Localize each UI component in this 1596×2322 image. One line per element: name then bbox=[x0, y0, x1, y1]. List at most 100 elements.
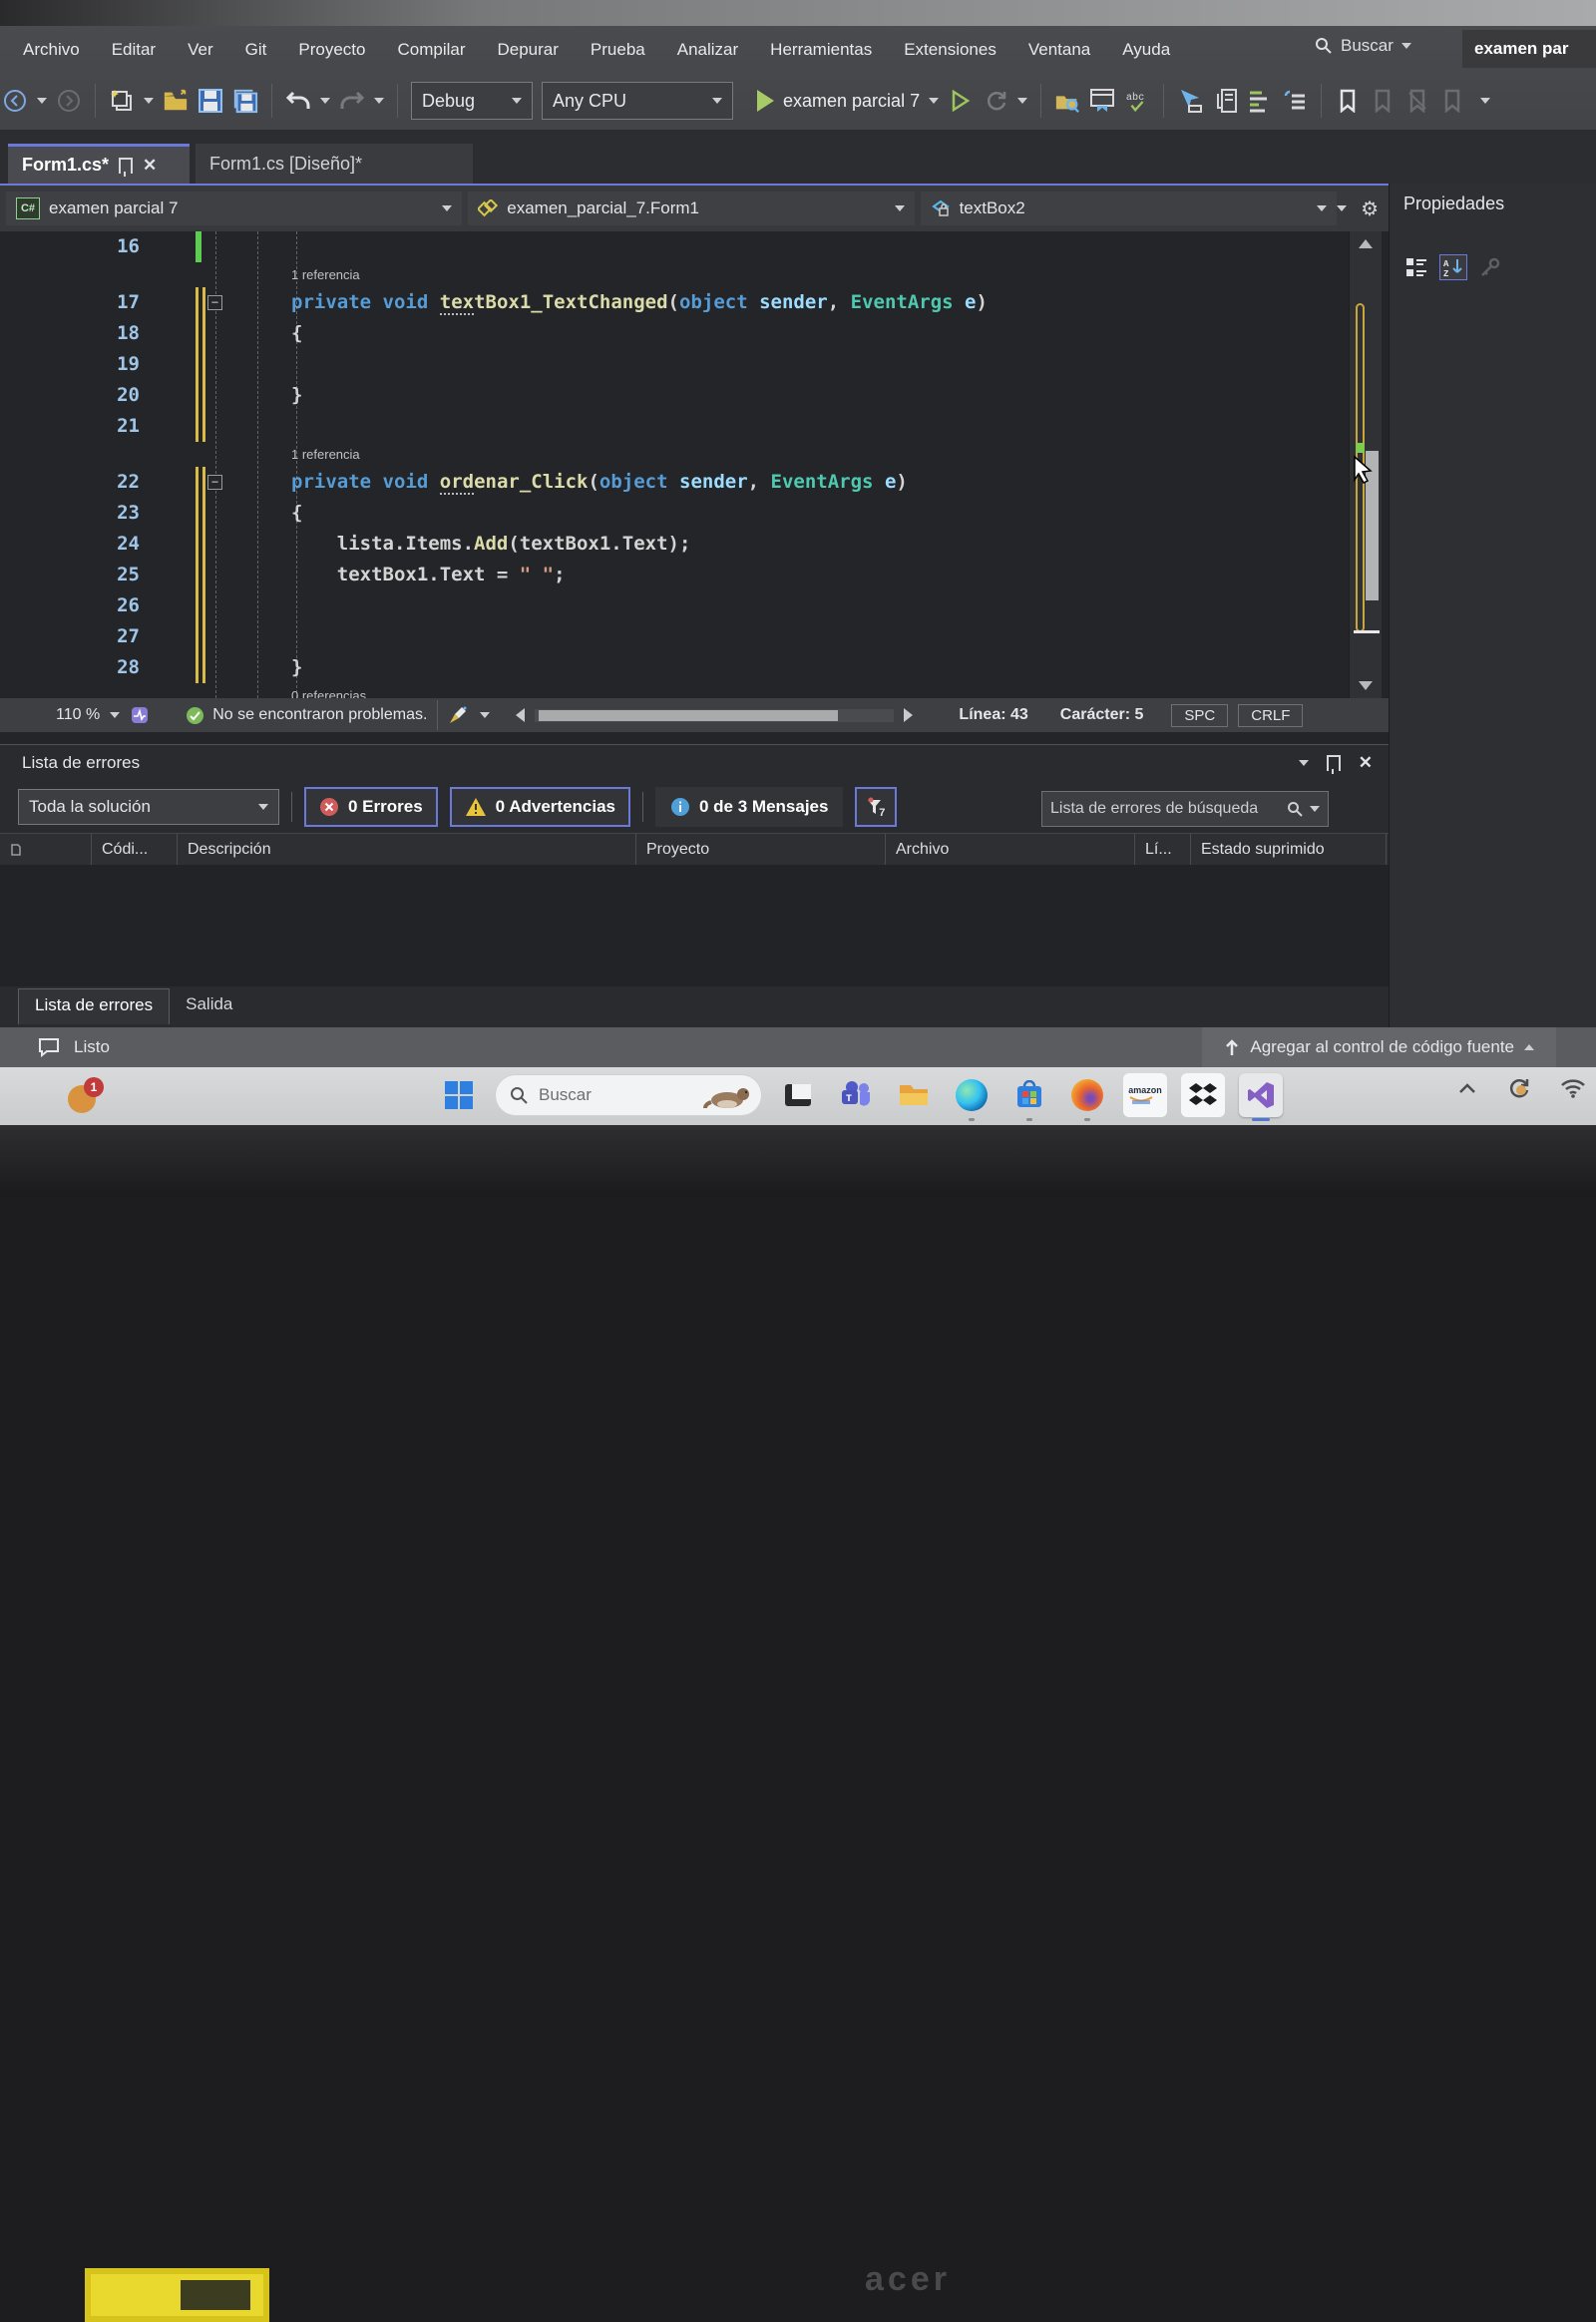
menu-item-herramientas[interactable]: Herramientas bbox=[757, 34, 885, 66]
start-button[interactable] bbox=[437, 1073, 481, 1117]
zoom-level[interactable]: 110 % bbox=[56, 706, 100, 724]
pin-icon[interactable] bbox=[119, 158, 133, 174]
close-icon[interactable]: ✕ bbox=[1359, 753, 1373, 773]
codelens-references[interactable]: 0 referencias bbox=[0, 683, 1349, 698]
chevron-down-icon[interactable] bbox=[1337, 205, 1347, 211]
solution-configurations-dropdown[interactable]: Debug bbox=[411, 82, 533, 120]
edge-app-icon[interactable] bbox=[950, 1073, 994, 1117]
menu-item-archivo[interactable]: Archivo bbox=[10, 34, 93, 66]
toolbar-overflow-icon[interactable] bbox=[1480, 98, 1490, 104]
tab-form1-cs[interactable]: Form1.cs* ✕ bbox=[8, 144, 190, 184]
open-file-icon[interactable] bbox=[163, 88, 189, 114]
navigate-forward-icon[interactable] bbox=[56, 88, 82, 114]
filter-errors-button[interactable]: 7 bbox=[855, 787, 897, 827]
problems-status[interactable]: No se encontraron problemas. bbox=[212, 706, 427, 724]
add-to-source-control[interactable]: Agregar al control de código fuente bbox=[1202, 1027, 1556, 1067]
start-debug-icon[interactable] bbox=[757, 90, 774, 112]
chevron-down-icon[interactable] bbox=[374, 98, 384, 104]
dropbox-app-icon[interactable] bbox=[1181, 1073, 1225, 1117]
pin-icon[interactable] bbox=[1327, 755, 1341, 771]
hot-reload-icon[interactable] bbox=[983, 88, 1008, 114]
code-editor[interactable]: 161 referencia17−private void textBox1_T… bbox=[0, 231, 1389, 698]
chevron-down-icon[interactable] bbox=[37, 98, 47, 104]
document-outline-icon[interactable] bbox=[1212, 88, 1238, 114]
search-menu[interactable]: Buscar bbox=[1315, 36, 1411, 56]
snipping-tool-app-icon[interactable] bbox=[776, 1073, 820, 1117]
run-target-label[interactable]: examen parcial 7 bbox=[783, 91, 920, 112]
codelens-references[interactable]: 1 referencia bbox=[0, 262, 1349, 287]
spaces-indicator[interactable]: SPC bbox=[1171, 704, 1228, 727]
chevron-down-icon[interactable] bbox=[1299, 760, 1309, 766]
errors-filter-button[interactable]: 0 Errores bbox=[304, 787, 438, 827]
project-dropdown[interactable]: C# examen parcial 7 bbox=[6, 192, 462, 225]
chevron-down-icon[interactable] bbox=[1017, 98, 1027, 104]
bookmark-next-icon[interactable] bbox=[1404, 88, 1430, 114]
bookmark-clear-icon[interactable] bbox=[1439, 88, 1465, 114]
save-icon[interactable] bbox=[198, 88, 223, 114]
alphabetical-sort-icon[interactable]: AZ bbox=[1439, 254, 1467, 280]
categorized-view-icon[interactable] bbox=[1403, 255, 1429, 279]
chevron-down-icon[interactable] bbox=[144, 98, 154, 104]
menu-item-ayuda[interactable]: Ayuda bbox=[1109, 34, 1183, 66]
spell-check-icon[interactable]: abc bbox=[1124, 88, 1150, 114]
health-indicator-icon[interactable] bbox=[130, 705, 150, 725]
chevron-down-icon[interactable] bbox=[929, 98, 939, 104]
navigate-back-icon[interactable] bbox=[2, 88, 28, 114]
column-header-code[interactable]: Códi... bbox=[92, 834, 178, 866]
menu-item-ver[interactable]: Ver bbox=[175, 34, 226, 66]
hscroll-left-icon[interactable] bbox=[516, 708, 525, 722]
close-icon[interactable]: ✕ bbox=[143, 156, 157, 176]
format-document-icon[interactable] bbox=[1282, 88, 1308, 114]
taskbar-search[interactable]: Buscar bbox=[495, 1074, 762, 1116]
menu-item-extensiones[interactable]: Extensiones bbox=[891, 34, 1009, 66]
messages-filter-button[interactable]: 0 de 3 Mensajes bbox=[655, 787, 843, 827]
solution-platforms-dropdown[interactable]: Any CPU bbox=[542, 82, 733, 120]
microsoft-store-app-icon[interactable] bbox=[1007, 1073, 1051, 1117]
widgets-button[interactable]: 1 bbox=[66, 1077, 104, 1115]
chevron-down-icon[interactable] bbox=[320, 98, 330, 104]
solution-explorer-home-icon[interactable] bbox=[1089, 88, 1115, 114]
scroll-up-icon[interactable] bbox=[1359, 239, 1373, 248]
gear-icon[interactable]: ⚙ bbox=[1361, 196, 1379, 221]
bookmark-icon[interactable] bbox=[1335, 88, 1361, 114]
error-search-box[interactable]: Lista de errores de búsqueda bbox=[1041, 791, 1329, 827]
firefox-app-icon[interactable] bbox=[1065, 1073, 1109, 1117]
code-cleanup-broom-icon[interactable] bbox=[448, 705, 470, 725]
menu-item-git[interactable]: Git bbox=[232, 34, 280, 66]
column-header-file[interactable]: Archivo bbox=[886, 834, 1135, 866]
start-without-debug-icon[interactable] bbox=[948, 88, 974, 114]
tray-chevron-up-icon[interactable] bbox=[1458, 1082, 1476, 1094]
new-project-icon[interactable] bbox=[109, 88, 135, 114]
fold-toggle-icon[interactable]: − bbox=[207, 295, 222, 310]
sync-icon[interactable] bbox=[1506, 1077, 1530, 1099]
chevron-down-icon[interactable] bbox=[110, 712, 120, 718]
amazon-app-icon[interactable]: amazon bbox=[1123, 1073, 1167, 1117]
tab-form1-designer[interactable]: Form1.cs [Diseño]* bbox=[196, 144, 473, 184]
column-header-suppression[interactable]: Estado suprimido bbox=[1191, 834, 1387, 866]
menu-item-analizar[interactable]: Analizar bbox=[664, 34, 751, 66]
severity-column[interactable] bbox=[0, 834, 92, 866]
bookmark-prev-icon[interactable] bbox=[1370, 88, 1396, 114]
pointer-select-icon[interactable] bbox=[1177, 88, 1203, 114]
menu-item-ventana[interactable]: Ventana bbox=[1015, 34, 1103, 66]
redo-icon[interactable] bbox=[339, 88, 365, 114]
fold-toggle-icon[interactable]: − bbox=[207, 475, 222, 490]
panel-tab-error-list[interactable]: Lista de errores bbox=[18, 988, 170, 1024]
menu-item-compilar[interactable]: Compilar bbox=[384, 34, 478, 66]
teams-app-icon[interactable]: T bbox=[834, 1073, 878, 1117]
chevron-down-icon[interactable] bbox=[480, 712, 490, 718]
codelens-references[interactable]: 1 referencia bbox=[0, 442, 1349, 467]
error-scope-dropdown[interactable]: Toda la solución bbox=[18, 789, 279, 825]
save-all-icon[interactable] bbox=[232, 88, 258, 114]
menu-item-prueba[interactable]: Prueba bbox=[578, 34, 658, 66]
column-header-description[interactable]: Descripción bbox=[178, 834, 636, 866]
warnings-filter-button[interactable]: 0 Advertencias bbox=[450, 787, 630, 827]
find-in-files-icon[interactable] bbox=[1054, 88, 1080, 114]
hscroll-right-icon[interactable] bbox=[904, 708, 913, 722]
sort-lines-icon[interactable] bbox=[1247, 88, 1273, 114]
undo-icon[interactable] bbox=[285, 88, 311, 114]
column-header-line[interactable]: Lí... bbox=[1135, 834, 1191, 866]
error-list-grid[interactable] bbox=[0, 865, 1389, 986]
wifi-icon[interactable] bbox=[1560, 1078, 1586, 1098]
type-dropdown[interactable]: examen_parcial_7.Form1 bbox=[468, 192, 914, 225]
